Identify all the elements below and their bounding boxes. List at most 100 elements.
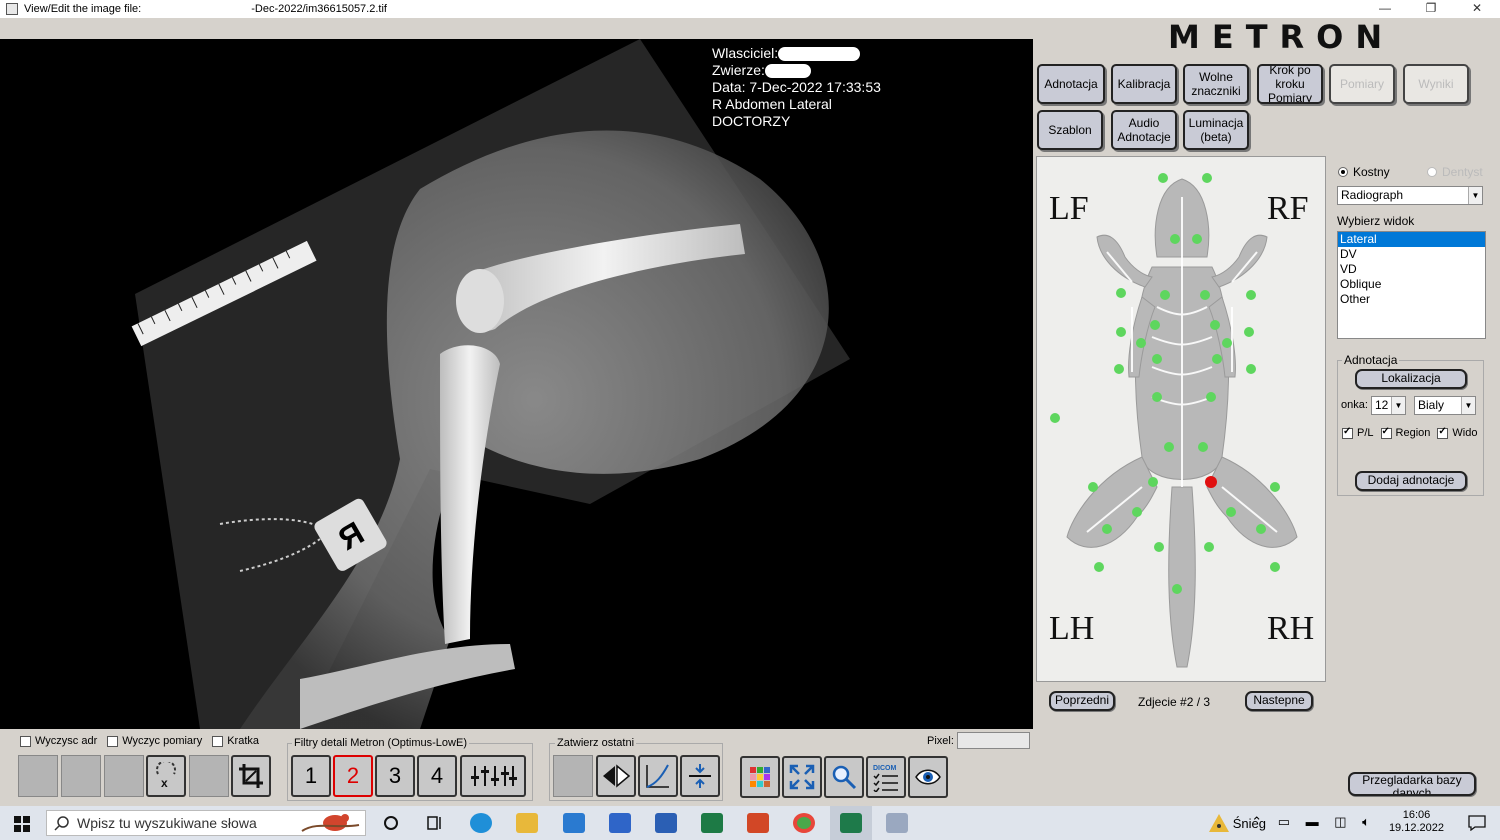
filter-settings-button[interactable] [460,755,526,797]
next-button[interactable]: Nastepne [1245,691,1313,711]
fit-screen-button[interactable] [782,756,822,798]
landmark-point [1132,507,1142,517]
task-view-icon[interactable] [426,814,444,832]
bird-decoration-icon [301,814,360,832]
view-option-lateral[interactable]: Lateral [1338,232,1485,247]
dicom-checklist-button[interactable]: DICOM [866,756,906,798]
word-icon[interactable] [655,813,677,833]
region-checkbox[interactable] [1380,426,1392,439]
landmark-point [1198,442,1208,452]
crop-icon [239,764,263,788]
localize-button[interactable]: Lokalizacja [1355,369,1467,389]
view-option-vd[interactable]: VD [1338,262,1485,277]
windows-start-icon[interactable] [14,816,30,832]
modality-select[interactable]: Radiograph ▼ [1337,186,1483,205]
free-markers-button[interactable]: Wolne znaczniki [1183,64,1249,104]
bone-mode-radio[interactable]: Kostny [1338,165,1390,179]
close-icon[interactable]: ✕ [1454,0,1500,18]
font-size-select[interactable]: 12 ▼ [1371,396,1406,415]
maximize-icon[interactable]: ❐ [1408,0,1454,18]
paint-icon[interactable] [886,813,908,833]
tool-slot-3[interactable] [104,755,144,797]
clinic-name: DOCTORZY [712,113,791,129]
curve-button[interactable] [638,755,678,797]
annotation-button[interactable]: Adnotacja [1037,64,1105,104]
filter-2-button[interactable]: 2 [333,755,373,797]
view-checkbox[interactable] [1437,426,1449,439]
tray-icons[interactable]: ⌃ ▭ ▬ ◫ 🔈︎ [1251,814,1376,830]
luminance-button[interactable]: Luminacja (beta) [1183,110,1249,150]
flip-button[interactable] [596,755,636,797]
color-select[interactable]: Bialy ▼ [1414,396,1476,415]
rotate-clear-button[interactable]: x [146,755,186,797]
clock[interactable]: 16:06 19.12.2022 [1389,809,1444,835]
landmark-point [1116,327,1126,337]
measurements-button[interactable]: Pomiary [1329,64,1395,104]
tool-slot-4[interactable] [189,755,229,797]
previous-button[interactable]: Poprzedni [1049,691,1115,711]
filter-4-button[interactable]: 4 [417,755,457,797]
landmark-point [1102,524,1112,534]
level-icon [689,764,711,788]
add-annotation-button[interactable]: Dodaj adnotacje [1355,471,1467,491]
file-explorer-icon[interactable] [516,813,538,833]
filter-3-button[interactable]: 3 [375,755,415,797]
crop-button[interactable] [231,755,271,797]
filter-1-button[interactable]: 1 [291,755,331,797]
chevron-down-icon: ▼ [1468,187,1482,204]
dental-mode-radio[interactable]: Dentyst [1427,165,1483,179]
chrome-icon[interactable] [793,813,815,833]
edge-icon[interactable] [470,813,492,833]
view-option-other[interactable]: Other [1338,292,1485,307]
pixel-value-field [957,732,1030,749]
powerpoint-icon[interactable] [747,813,769,833]
view-option-oblique[interactable]: Oblique [1338,277,1485,292]
corner-lh: LH [1049,610,1094,647]
clear-measurements-checkbox[interactable] [107,735,119,747]
grid-checkbox[interactable] [212,735,224,747]
taskbar-search[interactable]: Wpisz tu wyszukiwane słowa [46,810,366,836]
windows-taskbar: Wpisz tu wyszukiwane słowa Śnieg ⌃ ▭ ▬ ◫… [0,806,1500,840]
xray-viewer[interactable]: R Wlasciciel: Zwierze: Data: 7-Dec-2022 … [0,39,1033,729]
grid-label: Kratka [227,735,260,747]
confirm-label: Zatwierz ostatni [555,737,637,749]
template-button[interactable]: Szablon [1037,110,1103,150]
step-measurements-button[interactable]: Krok po kroku Pomiary [1257,64,1323,104]
zoom-button[interactable] [824,756,864,798]
study-view: R Abdomen Lateral [712,96,832,112]
pl-checkbox[interactable] [1342,426,1353,439]
metron-app-icon[interactable] [840,813,862,833]
confirm-slot[interactable] [553,755,593,797]
store-icon[interactable] [609,813,631,833]
chevron-down-icon: ▼ [1461,397,1475,414]
excel-icon[interactable] [701,813,723,833]
cortana-icon[interactable] [382,814,400,832]
database-browser-button[interactable]: Przegladarka bazy danych [1348,772,1476,796]
landmark-point [1222,338,1232,348]
clear-annotations-checkbox[interactable] [20,735,31,747]
landmark-point [1148,477,1158,487]
metron-logo: METRON [1168,18,1395,56]
mail-icon[interactable] [563,813,585,833]
landmark-point [1200,290,1210,300]
audio-annotation-button[interactable]: Audio Adnotacje [1111,110,1177,150]
dental-mode-label: Dentyst [1442,165,1483,179]
view-list[interactable]: Lateral DV VD Oblique Other [1337,231,1486,339]
results-button[interactable]: Wyniki [1403,64,1469,104]
font-size-value: 12 [1375,398,1389,412]
view-option-dv[interactable]: DV [1338,247,1485,262]
minimize-icon[interactable]: — [1362,0,1408,18]
landmark-point [1270,562,1280,572]
animal-label: Zwierze: [712,62,765,78]
notification-icon[interactable] [1468,815,1486,831]
landmark-point [1164,442,1174,452]
tool-slot-2[interactable] [61,755,101,797]
tool-slot-1[interactable] [18,755,58,797]
xray-image: R [131,39,850,729]
color-palette-button[interactable] [740,756,780,798]
level-button[interactable] [680,755,720,797]
skeleton-map[interactable]: LF RF LH RH [1036,156,1326,682]
clear-measurements-label: Wyczyc pomiary [122,735,203,747]
preview-button[interactable] [908,756,948,798]
calibration-button[interactable]: Kalibracja [1111,64,1177,104]
